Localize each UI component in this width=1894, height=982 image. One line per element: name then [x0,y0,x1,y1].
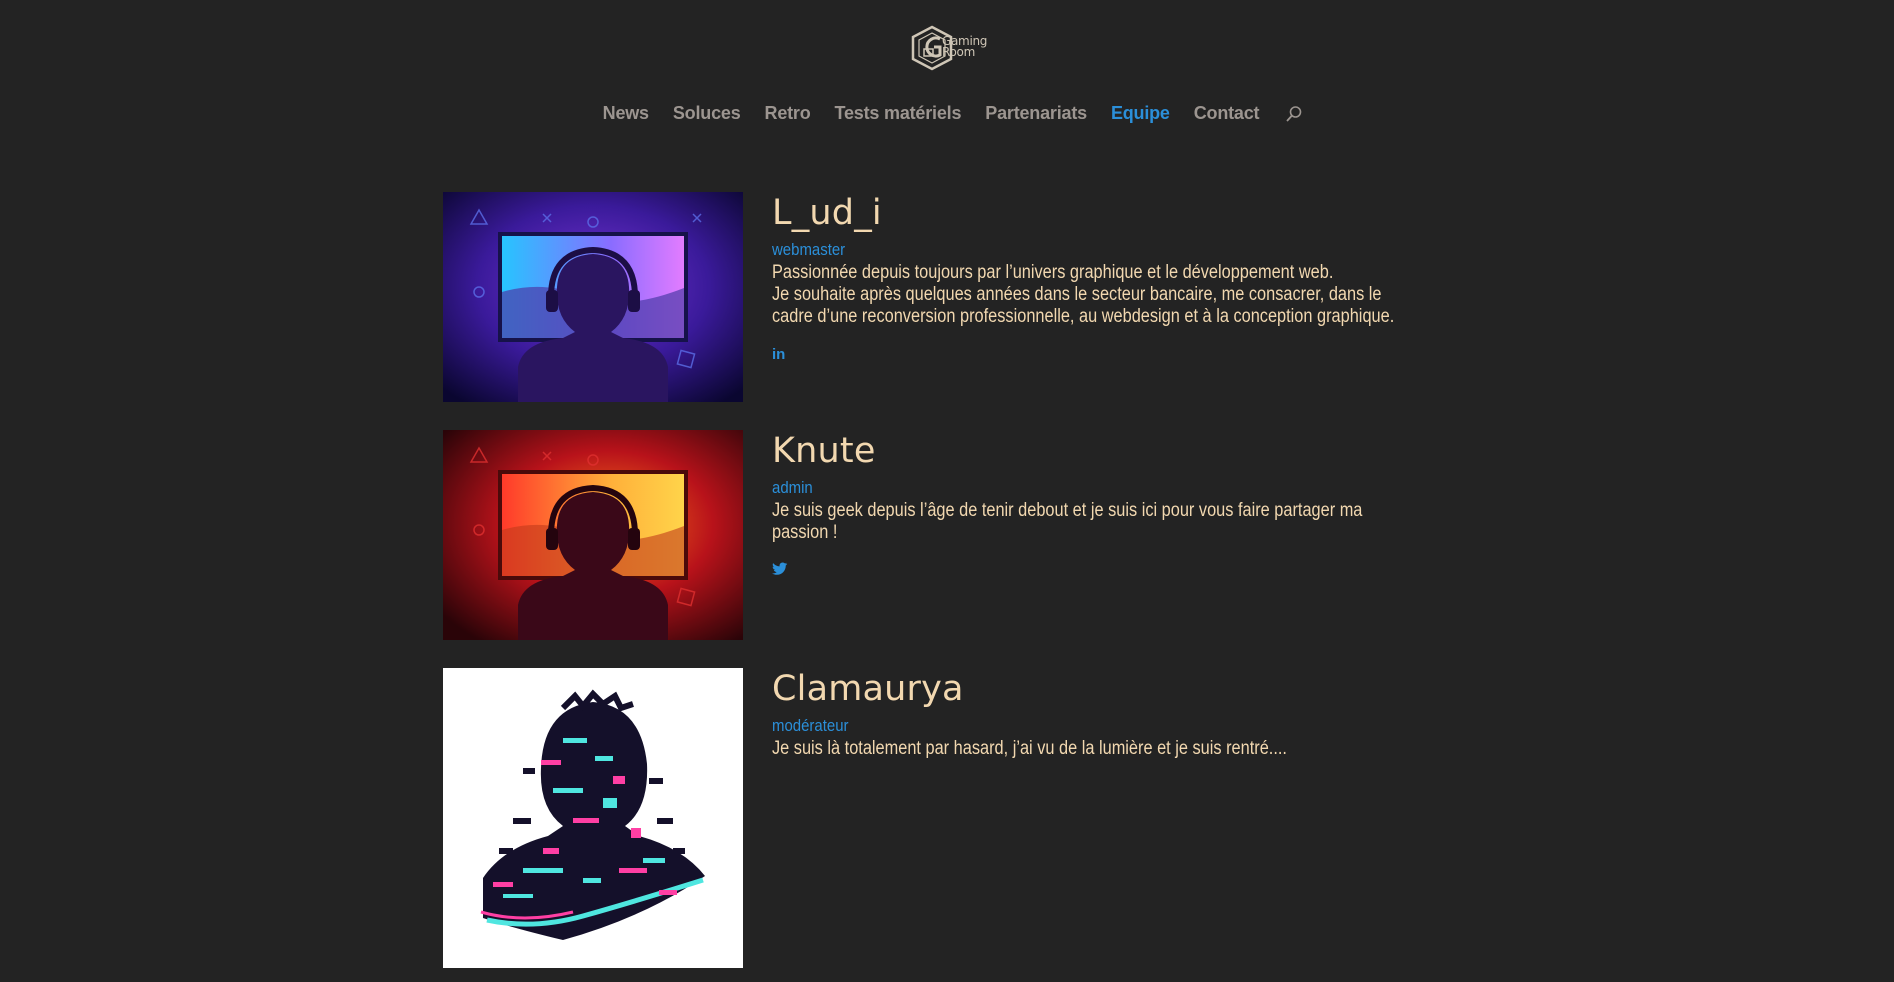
nav-item-contact[interactable]: Contact [1194,103,1260,124]
nav-item-partenariats[interactable]: Partenariats [985,103,1087,124]
member-name: Clamaurya [772,669,964,709]
member-photo [443,430,743,640]
bio-line: passion ! [772,522,838,543]
linkedin-icon[interactable]: in [772,346,785,363]
bio-line: Passionnée depuis toujours par l’univers… [772,262,1334,283]
member-role: admin [772,478,813,497]
member-info: Knute admin Je suis geek depuis l’âge de… [772,430,1472,581]
search-icon[interactable] [1285,105,1303,123]
bio-line: cadre d’une reconversion professionnelle… [772,306,1395,327]
member-name: L_ud_i [772,193,882,233]
member-info: Clamaurya modérateur Je suis là totaleme… [772,668,1472,760]
nav-item-news[interactable]: News [603,103,649,124]
nav-item-soluces[interactable]: Soluces [673,103,741,124]
twitter-icon[interactable] [772,562,788,580]
member-role: modérateur [772,716,849,735]
bio-line: Je souhaite après quelques années dans l… [772,284,1382,305]
member-bio: Je suis là totalement par hasard, j’ai v… [772,738,1473,760]
nav-item-retro[interactable]: Retro [765,103,811,124]
member-photo [443,668,743,968]
nav-item-tests-materiels[interactable]: Tests matériels [835,103,962,124]
member-bio: Je suis geek depuis l’âge de tenir debou… [772,500,1473,544]
logo-text: Gaming Room [942,35,987,59]
member-bio: Passionnée depuis toujours par l’univers… [772,262,1473,328]
member-info: L_ud_i webmaster Passionnée depuis toujo… [772,192,1472,364]
member-photo [443,192,743,402]
site-logo[interactable]: Gaming Room [910,24,990,72]
member-name: Knute [772,431,876,471]
logo-text-line2: Room [942,45,975,59]
bio-line: Je suis geek depuis l’âge de tenir debou… [772,500,1363,521]
member-role: webmaster [772,240,846,259]
bio-line: Je suis là totalement par hasard, j’ai v… [772,738,1287,759]
main-nav: News Soluces Retro Tests matériels Parte… [0,103,1894,124]
nav-item-equipe[interactable]: Equipe [1111,103,1170,124]
